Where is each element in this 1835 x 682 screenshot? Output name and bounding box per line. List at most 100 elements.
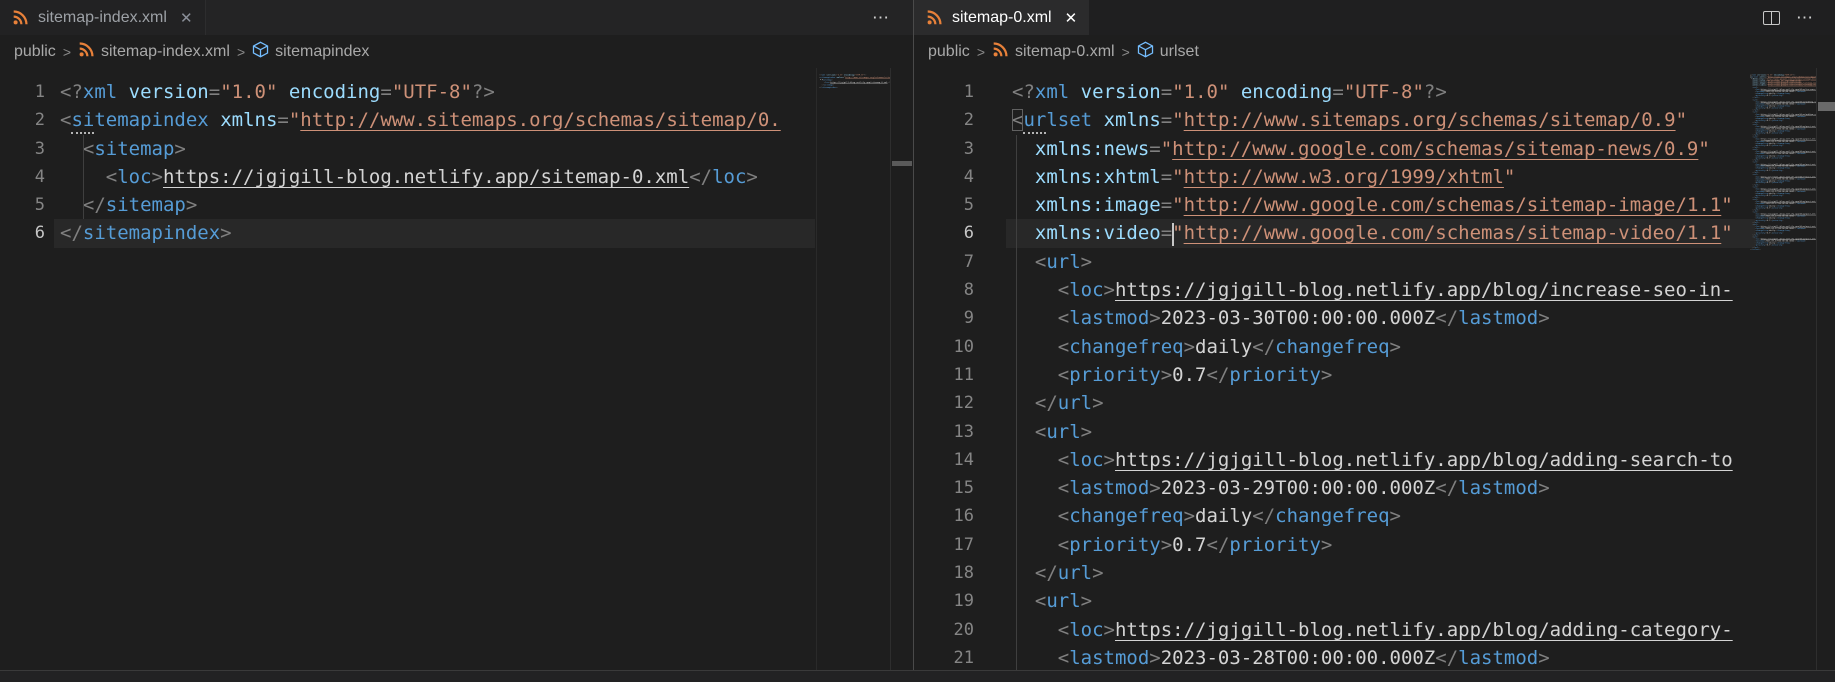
code-line[interactable]: 3 xmlns:news="http://www.google.com/schem…: [914, 135, 1835, 163]
line-number: 15: [953, 478, 974, 499]
indent-guide: [83, 134, 84, 220]
breadcrumb-label: urlset: [1159, 42, 1199, 60]
line-number: 11: [953, 364, 974, 385]
code-line[interactable]: 17 <priority>0.7</priority>: [914, 531, 1835, 559]
code-line[interactable]: 20 <loc>https://jgjgill-blog.netlify.app/…: [914, 616, 1835, 644]
rss-file-icon: [78, 41, 95, 63]
code-line[interactable]: 19 <url>: [914, 587, 1835, 615]
breadcrumb-item-sitemap-0-xml[interactable]: sitemap-0.xml: [992, 41, 1115, 63]
symbol-structure-icon: [1137, 41, 1154, 63]
split-editor-icon[interactable]: [1763, 10, 1780, 25]
code-line[interactable]: 10 <changefreq>daily</changefreq>: [914, 333, 1835, 361]
breadcrumb-label: public: [14, 42, 56, 60]
code-line[interactable]: 2 <urlset xmlns="http://www.sitemaps.org/…: [914, 106, 1835, 135]
code-line[interactable]: 6 xmlns:video="http://www.google.com/sche…: [914, 219, 1835, 249]
editor-group-left: sitemap-index.xml ✕ ⋯ public > sitemap-ind…: [0, 0, 913, 682]
tab-close-icon[interactable]: ✕: [1065, 9, 1078, 27]
code-line[interactable]: 13 <url>: [914, 418, 1835, 446]
vscode-editor-window: sitemap-index.xml ✕ ⋯ public > sitemap-ind…: [0, 0, 1835, 682]
scrollbar-right[interactable]: [1816, 68, 1835, 682]
scrollbar-thumb[interactable]: [1818, 102, 1835, 111]
line-number: 8: [963, 280, 974, 301]
scrollbar-left[interactable]: [890, 68, 913, 682]
line-number: 16: [953, 506, 974, 527]
code-line[interactable]: 6 </sitemapindex>: [0, 219, 913, 249]
line-number: 17: [953, 534, 974, 555]
code-line[interactable]: 4 <loc>https://jgjgill-blog.netlify.app/s…: [0, 163, 913, 191]
line-number: 10: [953, 336, 974, 357]
code-line[interactable]: 5 </sitemap>: [0, 191, 913, 219]
breadcrumb-label: public: [928, 42, 970, 60]
tab-close-icon[interactable]: ✕: [180, 9, 193, 27]
line-number: 1: [963, 82, 974, 102]
code-line[interactable]: 7 <url>: [914, 248, 1835, 276]
code-line[interactable]: 21 <lastmod>2023-03-28T00:00:00.000Z</las…: [914, 644, 1835, 672]
code-lines-left: 1 <?xml version="1.0" encoding="UTF-8"?> 2…: [0, 78, 913, 249]
code-lines-right: 1 <?xml version="1.0" encoding="UTF-8"?> 2…: [914, 78, 1835, 672]
line-number: 5: [963, 195, 974, 216]
indent-guide: [1016, 134, 1017, 673]
code-line[interactable]: 15 <lastmod>2023-03-29T00:00:00.000Z</las…: [914, 474, 1835, 502]
code-line[interactable]: 1 <?xml version="1.0" encoding="UTF-8"?>: [0, 78, 913, 106]
tab-sitemap-0-xml[interactable]: sitemap-0.xml ✕: [914, 0, 1090, 35]
breadcrumb-item-public[interactable]: public: [14, 43, 56, 61]
breadcrumb-right: public > sitemap-0.xml > urlset: [914, 35, 1835, 68]
line-number: 13: [953, 421, 974, 442]
code-line[interactable]: 1 <?xml version="1.0" encoding="UTF-8"?>: [914, 78, 1835, 106]
scrollbar-decoration: [892, 161, 912, 166]
breadcrumb-item-public[interactable]: public: [928, 43, 970, 61]
line-number: 14: [953, 449, 974, 470]
line-number: 4: [963, 166, 974, 187]
code-line[interactable]: 14 <loc>https://jgjgill-blog.netlify.app/…: [914, 446, 1835, 474]
more-actions-icon[interactable]: ⋯: [1796, 0, 1815, 35]
breadcrumb-separator-icon: >: [1121, 43, 1130, 60]
window-bottom-edge: [0, 670, 1835, 682]
breadcrumb-left: public > sitemap-index.xml > sitemapindex: [0, 35, 913, 68]
breadcrumb-item-sitemapindex[interactable]: sitemapindex: [252, 41, 369, 63]
text-cursor: [1172, 222, 1175, 246]
breadcrumb-item-sitemap-index-xml[interactable]: sitemap-index.xml: [78, 41, 230, 63]
minimap-left[interactable]: <?xml version="1.0" encoding="UTF-8"?> <s…: [816, 68, 890, 682]
minimap-right[interactable]: <?xml version="1.0" encoding="UTF-8"?> <u…: [1748, 68, 1816, 682]
breadcrumb-label: sitemap-0.xml: [1015, 42, 1115, 60]
breadcrumb-separator-icon: >: [62, 43, 71, 60]
line-number: 3: [963, 138, 974, 159]
symbol-structure-icon: [252, 41, 269, 63]
line-number: 6: [34, 223, 45, 244]
breadcrumb-label: sitemap-index.xml: [101, 42, 230, 60]
code-line[interactable]: 18 </url>: [914, 559, 1835, 587]
line-number: 5: [34, 195, 45, 216]
line-number: 2: [963, 110, 974, 131]
code-line[interactable]: 11 <priority>0.7</priority>: [914, 361, 1835, 389]
code-line[interactable]: 16 <changefreq>daily</changefreq>: [914, 502, 1835, 530]
code-line[interactable]: 3 <sitemap>: [0, 135, 913, 163]
tab-bar-left: sitemap-index.xml ✕ ⋯: [0, 0, 913, 35]
code-line[interactable]: 8 <loc>https://jgjgill-blog.netlify.app/b…: [914, 276, 1835, 304]
code-line[interactable]: 4 xmlns:xhtml="http://www.w3.org/1999/xht…: [914, 163, 1835, 191]
tab-sitemap-index-xml[interactable]: sitemap-index.xml ✕: [0, 0, 206, 35]
code-editor-right[interactable]: 1 <?xml version="1.0" encoding="UTF-8"?> 2…: [914, 68, 1835, 682]
tab-bar-right: sitemap-0.xml ✕ ⋯: [914, 0, 1835, 35]
line-number: 4: [34, 166, 45, 187]
line-number: 7: [963, 251, 974, 272]
rss-file-icon: [992, 41, 1009, 63]
line-number: 6: [963, 223, 974, 244]
code-line[interactable]: 12 </url>: [914, 389, 1835, 417]
tab-label: sitemap-index.xml: [38, 8, 167, 26]
code-line[interactable]: 5 xmlns:image="http://www.google.com/sche…: [914, 191, 1835, 219]
line-number: 21: [953, 647, 974, 668]
breadcrumb-label: sitemapindex: [275, 42, 370, 60]
breadcrumb-item-urlset[interactable]: urlset: [1137, 41, 1199, 63]
line-number: 20: [953, 619, 974, 640]
more-actions-icon[interactable]: ⋯: [872, 0, 891, 35]
editor-group-right: sitemap-0.xml ✕ ⋯ public > sitemap-0.xml > u…: [913, 0, 1835, 682]
rss-file-icon: [12, 9, 29, 26]
code-line[interactable]: 2 <sitemapindex xmlns="http://www.sitemap…: [0, 106, 913, 135]
code-editor-left[interactable]: 1 <?xml version="1.0" encoding="UTF-8"?> 2…: [0, 68, 913, 682]
tab-label: sitemap-0.xml: [952, 8, 1052, 26]
breadcrumb-separator-icon: >: [976, 43, 985, 60]
code-line[interactable]: 9 <lastmod>2023-03-30T00:00:00.000Z</last…: [914, 304, 1835, 332]
line-number: 2: [34, 110, 45, 131]
rss-file-icon: [926, 9, 943, 26]
line-number: 18: [953, 563, 974, 584]
